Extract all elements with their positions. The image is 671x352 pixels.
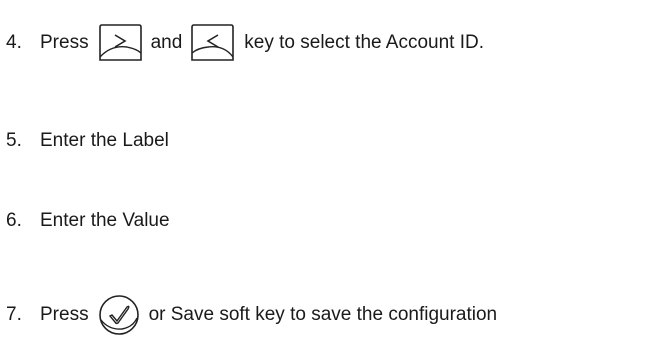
step-content: Enter the Label [40, 130, 169, 152]
step-content: Press or Save soft key to save the confi… [40, 293, 497, 337]
press-label: Press [40, 32, 89, 53]
step-text: key to select the Account ID. [244, 32, 485, 53]
step-number: 4. [6, 32, 22, 53]
step-text: Enter the Value [40, 210, 170, 231]
step-text: Enter the Label [40, 130, 169, 151]
step-number: 5. [6, 130, 22, 151]
step-number: 6. [6, 210, 22, 231]
left-arrow-key-icon [190, 23, 236, 63]
press-label: Press [40, 304, 89, 325]
ok-check-key-icon [97, 293, 141, 337]
right-arrow-key-icon [97, 23, 143, 63]
step-content: Press and key to select the Account ID. [40, 23, 484, 63]
step-text: or Save soft key to save the configurati… [148, 304, 498, 325]
and-label: and [150, 32, 183, 53]
step-number: 7. [6, 304, 22, 325]
step-content: Enter the Value [40, 210, 170, 232]
